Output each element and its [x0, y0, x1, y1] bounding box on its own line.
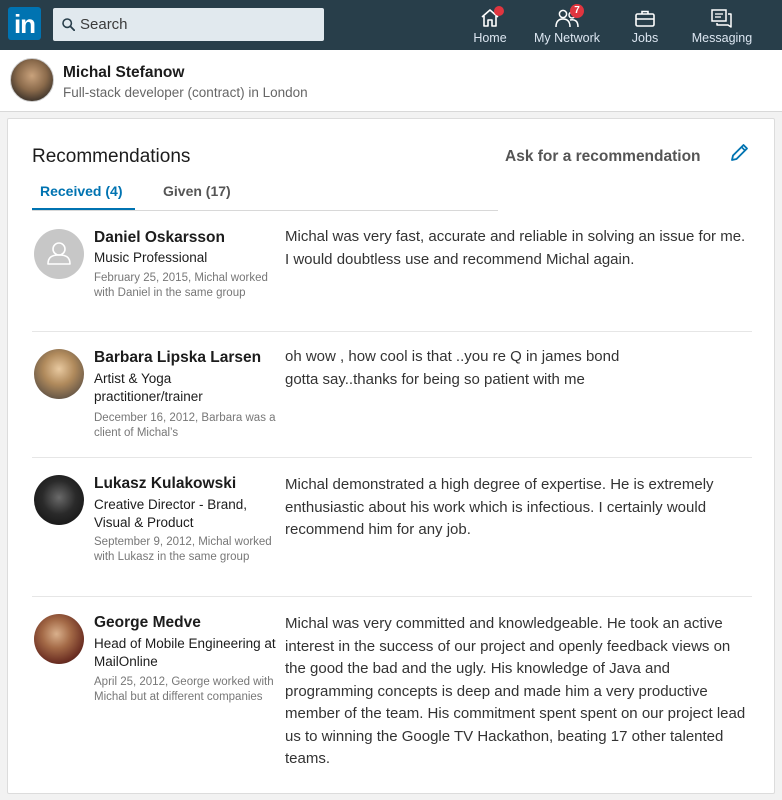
- top-nav-bar: in Home 7 My Network Jobs: [0, 0, 782, 50]
- network-badge: 7: [570, 4, 584, 18]
- recommendation-text: Michal was very committed and knowledgea…: [285, 615, 746, 767]
- pencil-edit-icon[interactable]: [728, 142, 750, 164]
- messaging-icon: [711, 9, 732, 28]
- profile-avatar[interactable]: [10, 58, 54, 102]
- recommender-role: Head of Mobile Engineering at MailOnline: [94, 636, 276, 669]
- recommendation-meta: December 16, 2012, Barbara was a client …: [94, 412, 276, 439]
- recommendation-item: Daniel Oskarsson Music Professional Febr…: [32, 217, 752, 332]
- nav-home[interactable]: Home: [467, 0, 513, 50]
- recommendations-card: Recommendations Ask for a recommendation…: [7, 118, 775, 794]
- recommendation-text: oh wow , how cool is that ..you re Q in …: [285, 348, 620, 388]
- tab-given[interactable]: Given (17): [163, 183, 231, 199]
- person-placeholder-icon: [47, 242, 71, 265]
- recommender-name[interactable]: Lukasz Kulakowski: [94, 475, 236, 493]
- home-notification-dot: [494, 6, 504, 16]
- search-box[interactable]: [53, 8, 324, 41]
- search-input[interactable]: [80, 8, 320, 41]
- nav-home-label: Home: [473, 31, 507, 45]
- recommendation-item: George Medve Head of Mobile Engineering …: [32, 597, 752, 793]
- nav-jobs[interactable]: Jobs: [626, 0, 664, 50]
- nav-messaging[interactable]: Messaging: [686, 0, 758, 50]
- avatar[interactable]: [34, 229, 84, 279]
- recommendation-text: Michal demonstrated a high degree of exp…: [285, 476, 714, 538]
- avatar[interactable]: [34, 614, 84, 664]
- profile-name[interactable]: Michal Stefanow: [63, 64, 184, 82]
- briefcase-icon: [635, 10, 655, 27]
- nav-my-network[interactable]: 7 My Network: [530, 0, 604, 50]
- ask-recommendation-link[interactable]: Ask for a recommendation: [505, 148, 701, 166]
- recommender-name[interactable]: Daniel Oskarsson: [94, 229, 225, 247]
- recommender-role: Artist & Yoga practitioner/trainer: [94, 371, 203, 404]
- recommendation-meta: February 25, 2015, Michal worked with Da…: [94, 272, 268, 299]
- recommendation-meta: September 9, 2012, Michal worked with Lu…: [94, 536, 272, 563]
- section-title: Recommendations: [32, 146, 191, 167]
- nav-my-network-label: My Network: [534, 31, 600, 45]
- recommender-role: Music Professional: [94, 250, 208, 265]
- avatar[interactable]: [34, 475, 84, 525]
- recommendation-meta: April 25, 2012, George worked with Micha…: [94, 676, 274, 703]
- recommender-name[interactable]: George Medve: [94, 614, 201, 632]
- recommendation-item: Barbara Lipska Larsen Artist & Yoga prac…: [32, 332, 752, 458]
- active-tab-indicator: [32, 208, 135, 210]
- profile-header: Michal Stefanow Full-stack developer (co…: [0, 50, 782, 112]
- nav-jobs-label: Jobs: [631, 31, 659, 45]
- linkedin-logo[interactable]: in: [8, 7, 41, 40]
- recommendation-text: Michal was very fast, accurate and relia…: [285, 228, 746, 268]
- search-icon: [62, 18, 75, 31]
- tab-received[interactable]: Received (4): [40, 183, 122, 199]
- recommendation-item: Lukasz Kulakowski Creative Director - Br…: [32, 458, 752, 597]
- avatar[interactable]: [34, 349, 84, 399]
- recommender-name[interactable]: Barbara Lipska Larsen: [94, 349, 261, 367]
- nav-messaging-label: Messaging: [691, 31, 753, 45]
- profile-headline: Full-stack developer (contract) in Londo…: [63, 85, 308, 100]
- recommendation-tabs: Received (4) Given (17): [32, 179, 498, 211]
- recommender-role: Creative Director - Brand, Visual & Prod…: [94, 497, 248, 530]
